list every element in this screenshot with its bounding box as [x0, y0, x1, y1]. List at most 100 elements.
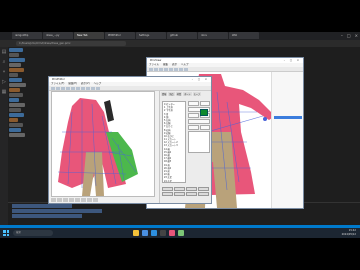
extensions-icon[interactable]: ▦: [0, 87, 8, 97]
menu-item[interactable]: 編集(E): [68, 82, 77, 86]
app-icon[interactable]: [178, 230, 184, 236]
panel-button[interactable]: [162, 187, 173, 191]
view-button[interactable]: [57, 198, 62, 202]
view-button[interactable]: [75, 198, 80, 202]
menu-item[interactable]: 表示(V): [81, 82, 90, 86]
vscode-icon[interactable]: [151, 230, 157, 236]
search-icon[interactable]: ⌕: [0, 57, 8, 67]
toolbar-button[interactable]: [149, 68, 153, 71]
browser-tab-active[interactable]: New Tab: [74, 32, 104, 39]
toolbar-button[interactable]: [56, 87, 60, 90]
dress-model-render: [57, 98, 138, 196]
bone-list[interactable]: 0 センター 1 上半身 2 下半身 3 首 4 頭 5 左肩 6 左腕 7 左…: [162, 101, 186, 183]
tab-vertex[interactable]: 頂点: [168, 92, 175, 96]
property-fields: [188, 101, 210, 131]
toolbar-button[interactable]: [76, 87, 80, 90]
window-controls[interactable]: – □ ×: [284, 58, 301, 63]
toolbar-button[interactable]: [51, 87, 55, 90]
field[interactable]: [188, 101, 199, 106]
view-button[interactable]: [87, 198, 92, 202]
desktop-screen: iamgoldtip dress_...py New Tab PMXEditor…: [0, 32, 360, 238]
toolbar-button[interactable]: [159, 68, 163, 71]
pmx-editor-window: PmxEditor – □ × ファイル(F) 編集(E) 表示(V) ヘルプ: [48, 76, 212, 204]
toolbar-button[interactable]: [169, 68, 173, 71]
maximize-icon[interactable]: □: [347, 33, 351, 38]
address-bar[interactable]: C:/Users/pmx/mmd/dress/dress_gen.pmx: [16, 41, 126, 46]
toolbar-button[interactable]: [174, 68, 178, 71]
3d-viewport[interactable]: [51, 91, 155, 197]
toolbar-button[interactable]: [96, 87, 100, 90]
panel-button[interactable]: [186, 192, 197, 196]
toolbar-button[interactable]: [154, 68, 158, 71]
explorer-icon[interactable]: [133, 230, 139, 236]
panel-tabs: 情報 頂点 材質 ボーン モーフ: [160, 91, 211, 97]
toolbar-button[interactable]: [66, 87, 70, 90]
git-icon[interactable]: ⑂: [0, 67, 8, 77]
field[interactable]: [188, 113, 199, 118]
menu-item[interactable]: 編集: [163, 63, 168, 67]
field[interactable]: [188, 119, 210, 124]
toolbar-button[interactable]: [164, 68, 168, 71]
viewport-controls: [51, 198, 155, 203]
toolbar-button[interactable]: [91, 87, 95, 90]
browser-tab[interactable]: github: [167, 32, 197, 39]
view-button[interactable]: [69, 198, 74, 202]
panel-button[interactable]: [186, 187, 197, 191]
field[interactable]: [199, 125, 210, 130]
browser-tab[interactable]: iamgoldtip: [12, 32, 42, 39]
menu-item[interactable]: ヘルプ: [181, 63, 189, 67]
panel-button[interactable]: [174, 187, 185, 191]
taskbar-clock[interactable]: 15:42 2024/05/12: [342, 229, 356, 237]
panel-button[interactable]: [162, 192, 173, 196]
panel-button[interactable]: [174, 192, 185, 196]
toolbar-button[interactable]: [184, 68, 188, 71]
menu-item[interactable]: ファイル: [149, 63, 159, 67]
taskbar-search[interactable]: 検索: [13, 230, 53, 236]
browser-tab[interactable]: Settings: [136, 32, 166, 39]
letterbox-bottom: [0, 238, 360, 270]
browser-tab[interactable]: dress_...py: [43, 32, 73, 39]
window-controls[interactable]: – □ ×: [192, 77, 209, 82]
field[interactable]: [188, 125, 199, 130]
view-button[interactable]: [81, 198, 86, 202]
browser-tab[interactable]: PMXEditor: [105, 32, 135, 39]
debug-icon[interactable]: ▷: [0, 77, 8, 87]
tab-bone[interactable]: ボーン: [183, 92, 192, 96]
toolbar-button[interactable]: [61, 87, 65, 90]
tab-material[interactable]: 材質: [175, 92, 183, 96]
view-button[interactable]: [51, 198, 56, 202]
menu-item[interactable]: 表示: [172, 63, 177, 67]
panel-button[interactable]: [198, 187, 209, 191]
browser-icon[interactable]: [142, 230, 148, 236]
toolbar-button[interactable]: [81, 87, 85, 90]
menu-item[interactable]: ファイル(F): [51, 82, 64, 86]
clock-date: 2024/05/12: [341, 233, 356, 236]
toolbar-button[interactable]: [71, 87, 75, 90]
letterbox-top: [0, 0, 360, 32]
selected-row[interactable]: [274, 116, 302, 119]
tab-morph[interactable]: モーフ: [192, 92, 202, 96]
window-title: PmxEditor – □ ×: [49, 77, 211, 82]
panel-buttons: [162, 187, 210, 196]
start-icon[interactable]: [3, 230, 9, 236]
view-button[interactable]: [63, 198, 68, 202]
apply-button[interactable]: [200, 109, 208, 116]
tab-info[interactable]: 情報: [161, 92, 168, 96]
toolbar-button[interactable]: [86, 87, 90, 90]
ide-code-gutter: [8, 47, 30, 225]
list-item[interactable]: 24 右足: [163, 179, 185, 183]
editor-side-panel: 情報 頂点 材質 ボーン モーフ 0 センター 1 上半身 2 下半身 3 首 …: [159, 91, 211, 203]
browser-tab[interactable]: docs: [198, 32, 228, 39]
close-icon[interactable]: ×: [355, 33, 358, 38]
field[interactable]: [199, 101, 210, 106]
address-bar-row: C:/Users/pmx/mmd/dress/dress_gen.pmx: [0, 40, 360, 47]
browser-tab[interactable]: Wiki: [229, 32, 259, 39]
minimize-icon[interactable]: –: [341, 33, 343, 38]
terminal-icon[interactable]: [160, 230, 166, 236]
toolbar-button[interactable]: [179, 68, 183, 71]
menu-item[interactable]: ヘルプ: [94, 82, 102, 86]
files-icon[interactable]: ▤: [0, 47, 8, 57]
panel-button[interactable]: [198, 192, 209, 196]
app-icon[interactable]: [169, 230, 175, 236]
view-button[interactable]: [93, 198, 98, 202]
